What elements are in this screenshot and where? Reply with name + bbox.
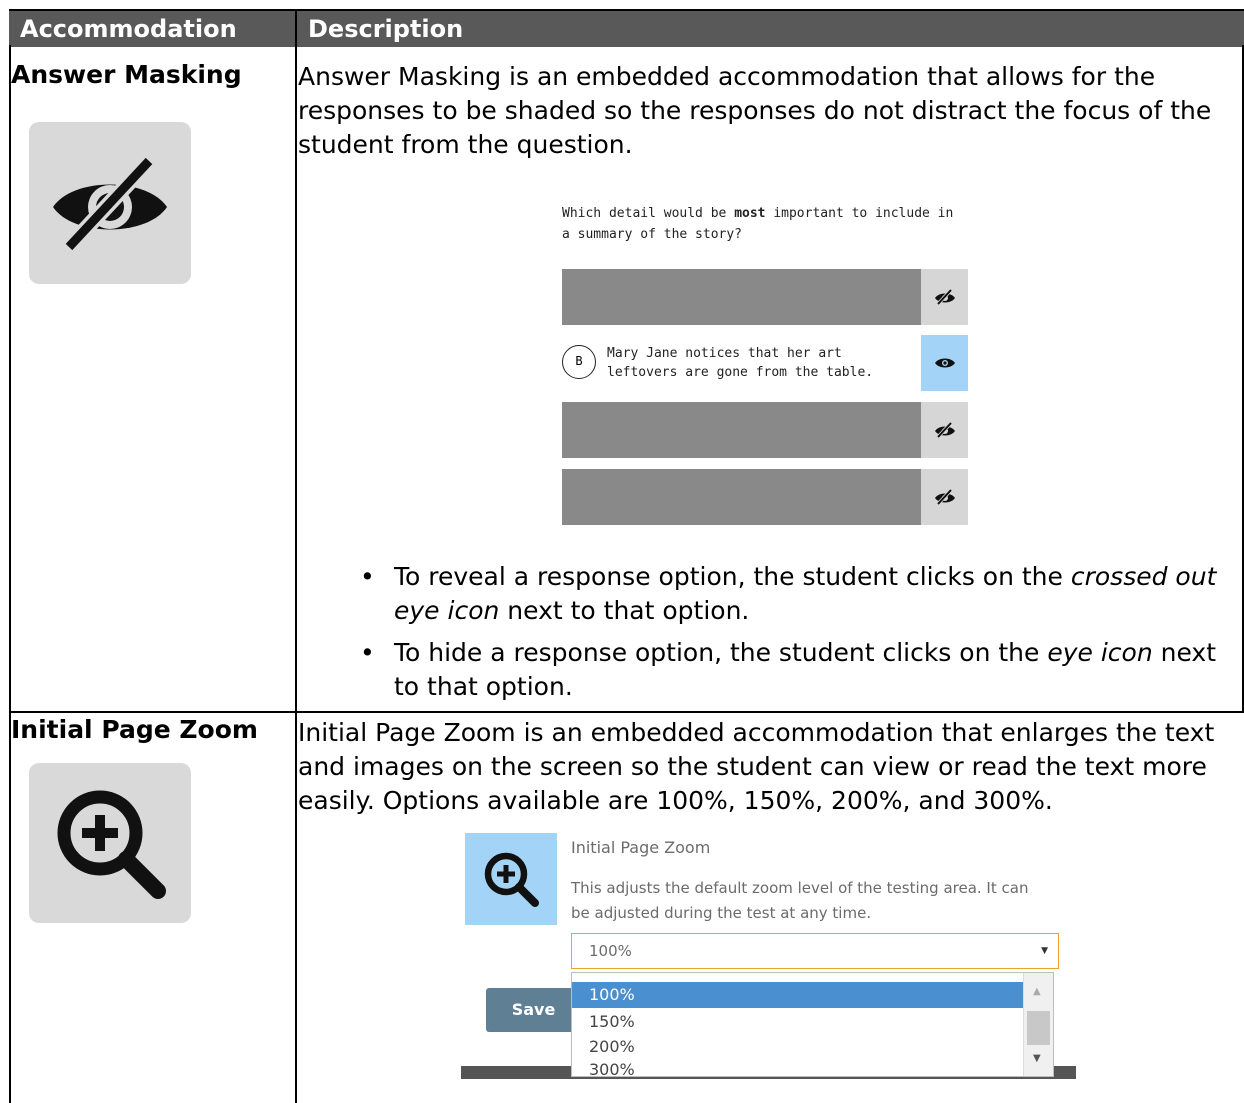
crossed-out-eye-icon bbox=[934, 289, 955, 305]
bullet-hide: • To hide a response option, the student… bbox=[334, 636, 1224, 704]
scroll-up-icon[interactable]: ▲ bbox=[1033, 986, 1041, 997]
header-accommodation: Accommodation bbox=[20, 15, 237, 43]
zoom-setting-description: This adjusts the default zoom level of t… bbox=[571, 879, 1029, 922]
table-border-left bbox=[9, 45, 11, 1103]
table-header-row: Accommodation Description bbox=[9, 9, 1244, 47]
option-text: Mary Jane notices that her art leftovers… bbox=[607, 346, 874, 380]
zoom-options-list: 100% 150% 200% 300% ▲ ▼ bbox=[571, 972, 1054, 1077]
bullet-dot: • bbox=[360, 638, 375, 667]
zoom-option[interactable]: 200% bbox=[572, 1034, 1023, 1060]
masked-response bbox=[562, 469, 921, 525]
zoom-selected-value: 100% bbox=[589, 942, 632, 960]
bullet-reveal: • To reveal a response option, the stude… bbox=[334, 560, 1224, 628]
row-name-initial-page-zoom: Initial Page Zoom bbox=[11, 715, 258, 744]
zoom-in-icon bbox=[484, 852, 539, 907]
zoom-level-select[interactable]: 100% ▼ bbox=[571, 933, 1059, 969]
crossed-out-eye-icon bbox=[934, 489, 955, 505]
response-option-b: B Mary Jane notices that her art leftove… bbox=[562, 335, 968, 391]
zoom-setting-title: Initial Page Zoom bbox=[571, 838, 711, 857]
bullet-text: next to that option. bbox=[499, 596, 750, 625]
zoom-option[interactable]: 150% bbox=[572, 1009, 1023, 1035]
hide-response-button[interactable] bbox=[921, 335, 968, 391]
option-letter: B bbox=[562, 345, 596, 379]
dropdown-arrow-icon: ▼ bbox=[1041, 946, 1048, 956]
reveal-response-button[interactable] bbox=[921, 469, 968, 525]
bullet-text: To reveal a response option, the student… bbox=[394, 562, 1071, 591]
bullet-dot: • bbox=[360, 562, 375, 591]
crossed-out-eye-icon bbox=[53, 153, 167, 253]
bullet-emphasis: eye icon bbox=[1047, 638, 1153, 667]
zoom-option[interactable]: 100% bbox=[572, 982, 1023, 1008]
dropdown-scrollbar[interactable]: ▲ ▼ bbox=[1023, 973, 1053, 1076]
initial-page-zoom-icon-tile bbox=[29, 763, 191, 923]
response-option-c bbox=[562, 402, 968, 458]
masking-question: Which detail would be most important to … bbox=[562, 203, 962, 245]
scrollbar-thumb[interactable] bbox=[1027, 1011, 1050, 1045]
zoom-in-icon bbox=[57, 790, 166, 899]
answer-masking-icon-tile bbox=[29, 122, 191, 284]
reveal-response-button[interactable] bbox=[921, 269, 968, 325]
zoom-option[interactable]: 300% bbox=[572, 1061, 1023, 1077]
table-column-divider bbox=[295, 45, 297, 1103]
question-text-pre: Which detail would be bbox=[562, 206, 735, 221]
response-option-d bbox=[562, 469, 968, 525]
masked-response bbox=[562, 402, 921, 458]
bullet-text: To hide a response option, the student c… bbox=[394, 638, 1048, 667]
header-description: Description bbox=[308, 15, 464, 43]
eye-icon bbox=[934, 358, 955, 368]
row-name-answer-masking: Answer Masking bbox=[11, 60, 242, 89]
crossed-out-eye-icon bbox=[934, 422, 955, 438]
masked-response bbox=[562, 269, 921, 325]
revealed-response[interactable]: B Mary Jane notices that her art leftove… bbox=[562, 335, 921, 391]
question-text-bold: most bbox=[734, 206, 766, 221]
answer-masking-description: Answer Masking is an embedded accommodat… bbox=[298, 62, 1212, 159]
response-option-a bbox=[562, 269, 968, 325]
initial-page-zoom-description: Initial Page Zoom is an embedded accommo… bbox=[298, 718, 1215, 815]
save-button[interactable]: Save bbox=[486, 988, 581, 1032]
scroll-down-icon[interactable]: ▼ bbox=[1033, 1053, 1041, 1064]
answer-masking-bullets: • To reveal a response option, the stude… bbox=[334, 560, 1224, 712]
zoom-settings-icon-tile bbox=[465, 833, 557, 925]
reveal-response-button[interactable] bbox=[921, 402, 968, 458]
